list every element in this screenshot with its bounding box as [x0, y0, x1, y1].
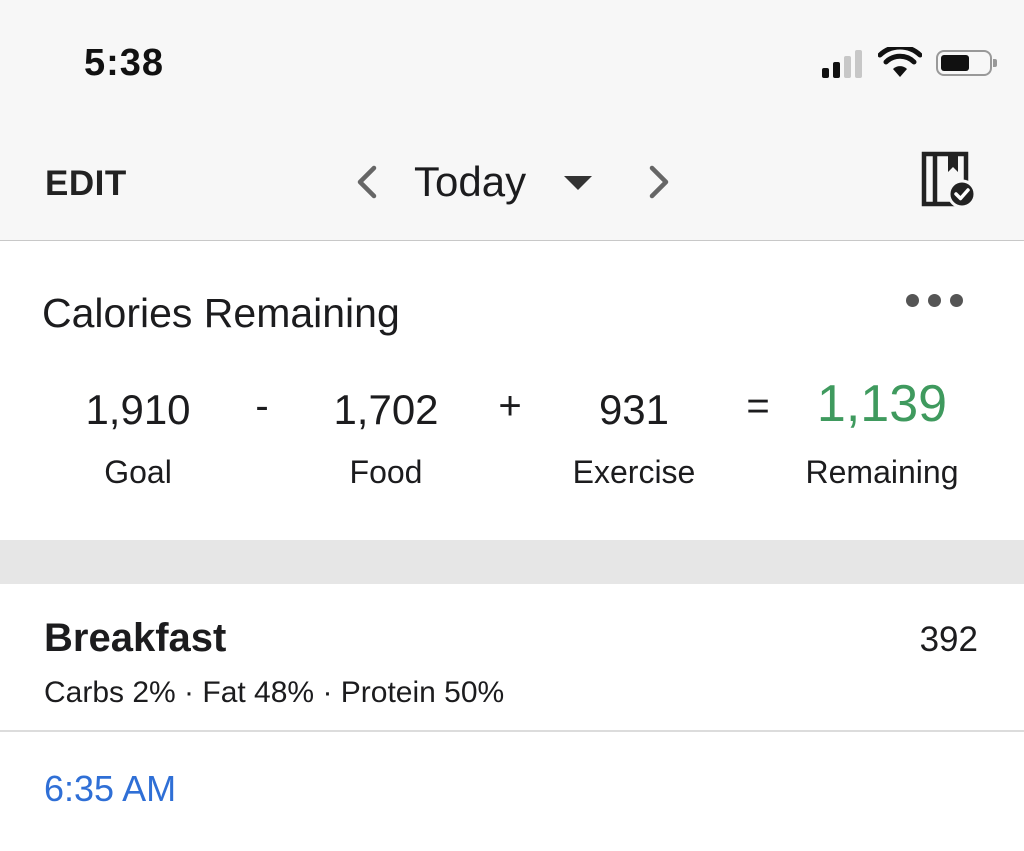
goal-label: Goal [104, 454, 172, 490]
calories-remaining-title: Calories Remaining [42, 290, 400, 336]
status-bar: 5:38 [0, 0, 1024, 110]
meal-title-breakfast[interactable]: Breakfast [44, 616, 226, 661]
meal-macros: Carbs 2% · Fat 48% · Protein 50% [44, 676, 505, 709]
meal-calories: 392 [919, 620, 978, 659]
exercise-value: 931 [598, 386, 670, 433]
equals-operator: = [746, 384, 770, 428]
chevron-right-icon[interactable] [644, 162, 674, 202]
wifi-icon [878, 47, 922, 77]
status-time: 5:38 [84, 42, 165, 84]
caret-down-icon[interactable] [564, 176, 592, 190]
remaining-label: Remaining [805, 454, 959, 490]
goal-value: 1,910 [85, 386, 191, 433]
section-divider [0, 540, 1024, 584]
signal-icon [822, 48, 862, 78]
minus-operator: - [255, 384, 269, 428]
meal-entry-time[interactable]: 6:35 AM [44, 768, 176, 810]
meal-divider [0, 730, 1024, 732]
diary-complete-icon[interactable] [920, 150, 978, 210]
remaining-value: 1,139 [816, 375, 948, 433]
chevron-left-icon[interactable] [352, 162, 382, 202]
plus-operator: + [498, 384, 522, 428]
diary-nav-bar: EDIT Today [0, 110, 1024, 241]
edit-button[interactable]: EDIT [45, 164, 127, 204]
battery-icon [936, 50, 997, 76]
exercise-label: Exercise [572, 454, 696, 490]
date-title[interactable]: Today [414, 158, 526, 206]
more-options-icon[interactable] [906, 294, 963, 307]
food-value: 1,702 [333, 386, 439, 433]
status-icons [822, 46, 997, 80]
food-label: Food [349, 454, 423, 490]
